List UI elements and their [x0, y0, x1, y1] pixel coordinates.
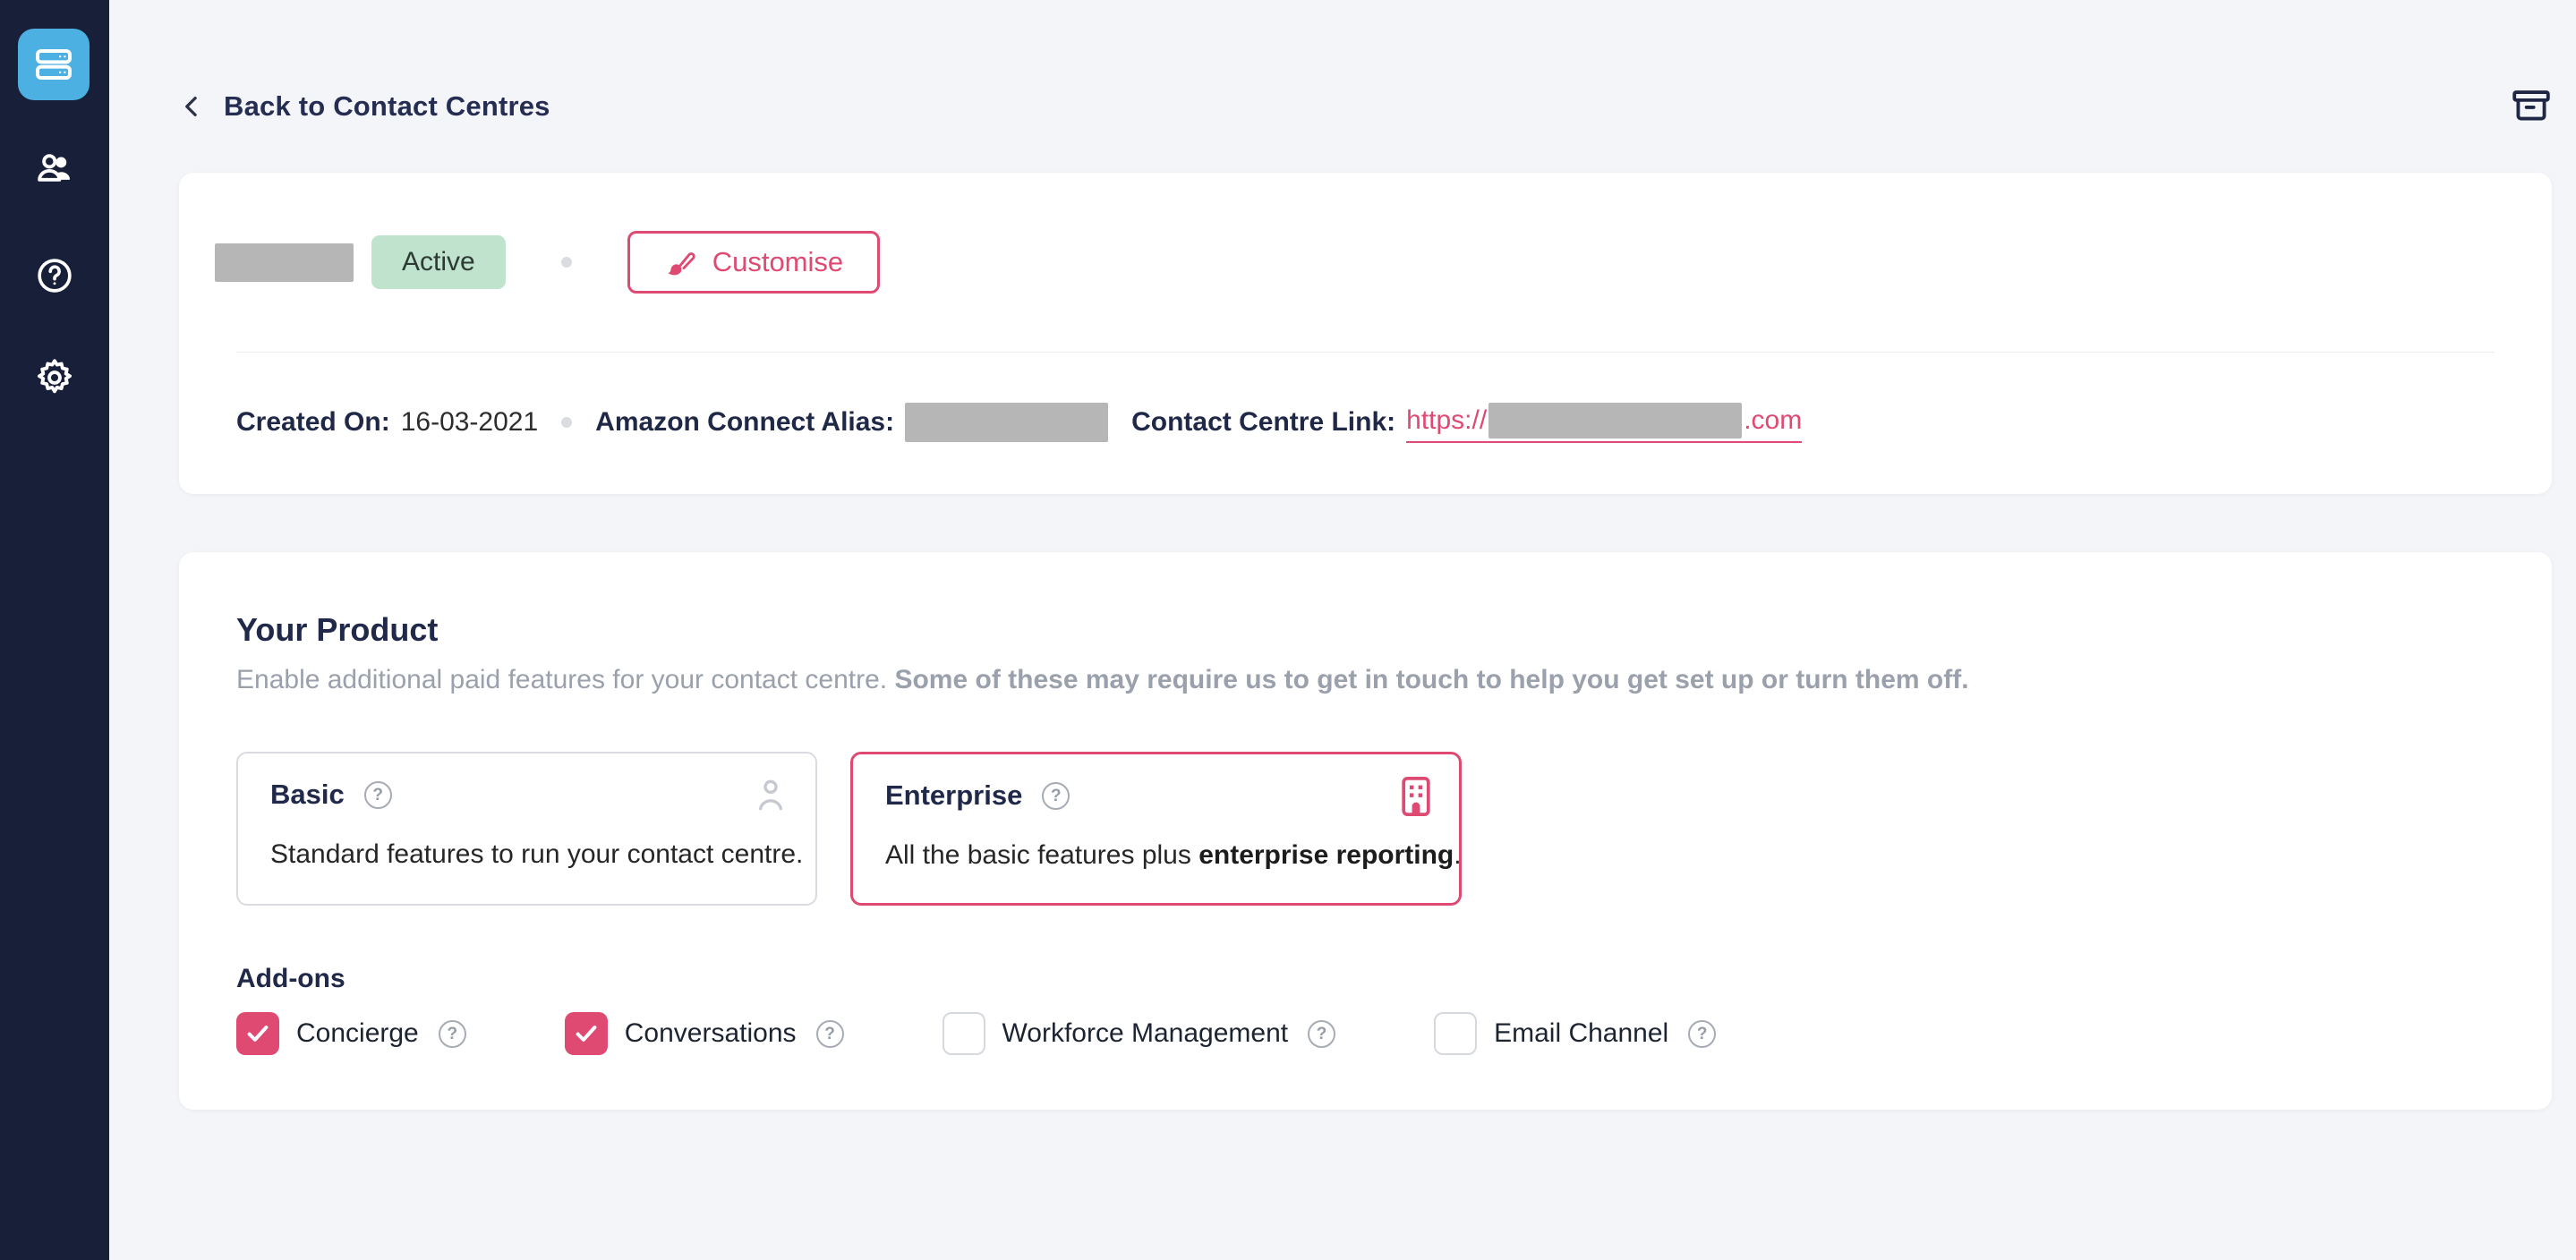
plan-options: Basic ? Standard features to run your co… — [236, 752, 1462, 906]
dot-separator — [561, 257, 572, 268]
help-icon — [35, 256, 74, 295]
contact-centre-link[interactable]: https:// .com — [1406, 403, 1802, 443]
plan-name: Basic — [270, 779, 345, 811]
desc-prefix: All the basic features plus — [885, 840, 1198, 870]
card-divider — [236, 352, 2495, 353]
contact-centre-summary-card: Active Customise Created On: 16-03-2021 … — [179, 173, 2552, 494]
status-badge: Active — [371, 235, 506, 289]
page-title: Your Product — [236, 611, 438, 649]
help-circle-icon[interactable]: ? — [364, 781, 392, 809]
contact-centre-link-label: Contact Centre Link: — [1131, 407, 1395, 438]
addon-label: Email Channel — [1494, 1018, 1668, 1049]
summary-meta-row: Created On: 16-03-2021 Amazon Connect Al… — [236, 396, 1802, 448]
subtitle-bold: Some of these may require us to get in t… — [894, 665, 1968, 694]
addon-label: Concierge — [296, 1018, 419, 1049]
plan-head: Enterprise ? — [885, 779, 1070, 812]
addon-concierge[interactable]: Concierge ? — [236, 1012, 466, 1055]
help-circle-icon[interactable]: ? — [1042, 782, 1070, 810]
addon-email-channel[interactable]: Email Channel ? — [1434, 1012, 1716, 1055]
amazon-connect-alias-label: Amazon Connect Alias: — [595, 407, 894, 438]
plan-card-basic[interactable]: Basic ? Standard features to run your co… — [236, 752, 817, 906]
check-icon — [244, 1020, 271, 1047]
server-stack-icon — [32, 43, 75, 86]
sidebar-item-settings[interactable] — [0, 356, 109, 399]
link-redacted — [1488, 403, 1742, 438]
plan-card-enterprise[interactable]: Enterprise ? All the basic features plus… — [850, 752, 1462, 906]
amazon-connect-alias-redacted — [905, 403, 1108, 442]
plan-description: Standard features to run your contact ce… — [270, 839, 803, 870]
checkbox-checked[interactable] — [565, 1012, 608, 1055]
addon-workforce-management[interactable]: Workforce Management ? — [943, 1012, 1336, 1055]
checkbox-unchecked[interactable] — [1434, 1012, 1477, 1055]
chevron-left-icon — [179, 91, 206, 122]
product-subtitle: Enable additional paid features for your… — [236, 665, 1969, 695]
addons-row: Concierge ? Conversations ? Workforce Ma… — [236, 1012, 1716, 1055]
subtitle-normal: Enable additional paid features for your… — [236, 665, 894, 694]
created-on-label: Created On: — [236, 407, 390, 438]
addon-label: Workforce Management — [1002, 1018, 1289, 1049]
your-product-card: Your Product Enable additional paid feat… — [179, 552, 2552, 1110]
desc-bold: enterprise reporting — [1198, 840, 1454, 870]
paintbrush-icon — [664, 246, 696, 278]
created-on-value: 16-03-2021 — [401, 407, 538, 438]
summary-header-row: Active Customise — [215, 231, 880, 294]
plan-head: Basic ? — [270, 779, 392, 811]
help-circle-icon[interactable]: ? — [439, 1020, 466, 1048]
sidebar-item-users[interactable] — [0, 147, 109, 190]
dot-separator — [561, 417, 572, 428]
checkbox-checked[interactable] — [236, 1012, 279, 1055]
back-label: Back to Contact Centres — [224, 90, 550, 123]
sidebar — [0, 0, 109, 1260]
link-suffix: .com — [1744, 405, 1802, 436]
help-circle-icon[interactable]: ? — [816, 1020, 844, 1048]
help-circle-icon[interactable]: ? — [1688, 1020, 1716, 1048]
link-prefix: https:// — [1406, 405, 1487, 436]
archive-icon — [2508, 85, 2555, 126]
app-logo[interactable] — [18, 29, 90, 100]
person-icon — [753, 775, 789, 816]
plan-name: Enterprise — [885, 779, 1022, 812]
building-icon — [1400, 776, 1432, 817]
plan-description: All the basic features plus enterprise r… — [885, 840, 1462, 871]
customise-label: Customise — [712, 246, 843, 278]
help-circle-icon[interactable]: ? — [1308, 1020, 1335, 1048]
back-to-contact-centres-link[interactable]: Back to Contact Centres — [179, 86, 550, 127]
check-icon — [573, 1020, 600, 1047]
settings-icon — [34, 357, 75, 398]
customise-button[interactable]: Customise — [627, 231, 880, 294]
checkbox-unchecked[interactable] — [943, 1012, 985, 1055]
contact-centre-name-redacted — [215, 243, 354, 282]
desc-suffix: . — [1454, 840, 1461, 870]
sidebar-item-help[interactable] — [0, 254, 109, 297]
users-icon — [34, 148, 75, 189]
addon-label: Conversations — [625, 1018, 797, 1049]
addons-title: Add-ons — [236, 964, 345, 994]
archive-button[interactable] — [2503, 82, 2560, 129]
addon-conversations[interactable]: Conversations ? — [565, 1012, 844, 1055]
